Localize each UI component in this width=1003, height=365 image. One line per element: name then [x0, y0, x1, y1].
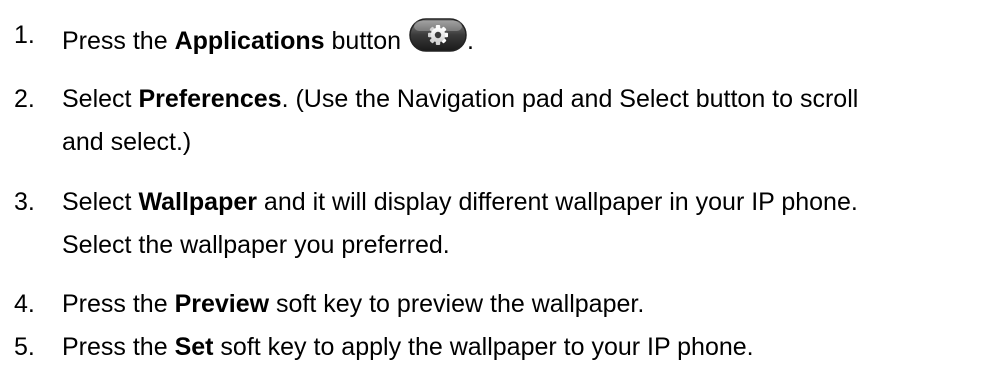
step-keyword: Preferences [138, 85, 282, 113]
step-3: 3. Select Wallpaper and it will display d… [0, 184, 1003, 220]
step-keyword: Wallpaper [138, 188, 257, 216]
step-number: 4. [14, 290, 35, 318]
step-text: button [324, 27, 402, 55]
step-number: 1. [14, 21, 35, 49]
step-text: . [467, 27, 474, 55]
step-2-continuation: and select.) [0, 124, 1003, 160]
step-number: 2. [14, 85, 35, 113]
step-text: Press the [62, 333, 175, 361]
step-text: Press the [62, 290, 175, 318]
step-text: . (Use the Navigation pad and Select but… [281, 85, 859, 113]
step-text: Press the [62, 27, 175, 55]
step-text: Select [62, 188, 139, 216]
step-text: and it will display different wallpaper … [256, 188, 858, 216]
step-keyword: Applications [174, 27, 325, 55]
step-text: and select.) [62, 128, 192, 156]
step-number: 3. [14, 188, 35, 216]
step-3-continuation: Select the wallpaper you preferred. [0, 227, 1003, 263]
step-text: Select the wallpaper you preferred. [62, 231, 450, 259]
step-text: soft key to apply the wallpaper to your … [213, 333, 754, 361]
step-keyword: Set [174, 333, 214, 361]
step-keyword: Preview [174, 290, 270, 318]
step-2: 2. Select Preferences. (Use the Navigatio… [0, 81, 1003, 117]
step-text: Select [62, 85, 139, 113]
step-number: 5. [14, 333, 35, 361]
step-5: 5. Press the Set soft key to apply the wa… [0, 329, 1003, 365]
step-text: soft key to preview the wallpaper. [269, 290, 645, 318]
step-1: 1. Press the Applications button . [0, 17, 1003, 59]
applications-gear-icon [409, 17, 467, 53]
step-4: 4. Press the Preview soft key to preview … [0, 286, 1003, 322]
